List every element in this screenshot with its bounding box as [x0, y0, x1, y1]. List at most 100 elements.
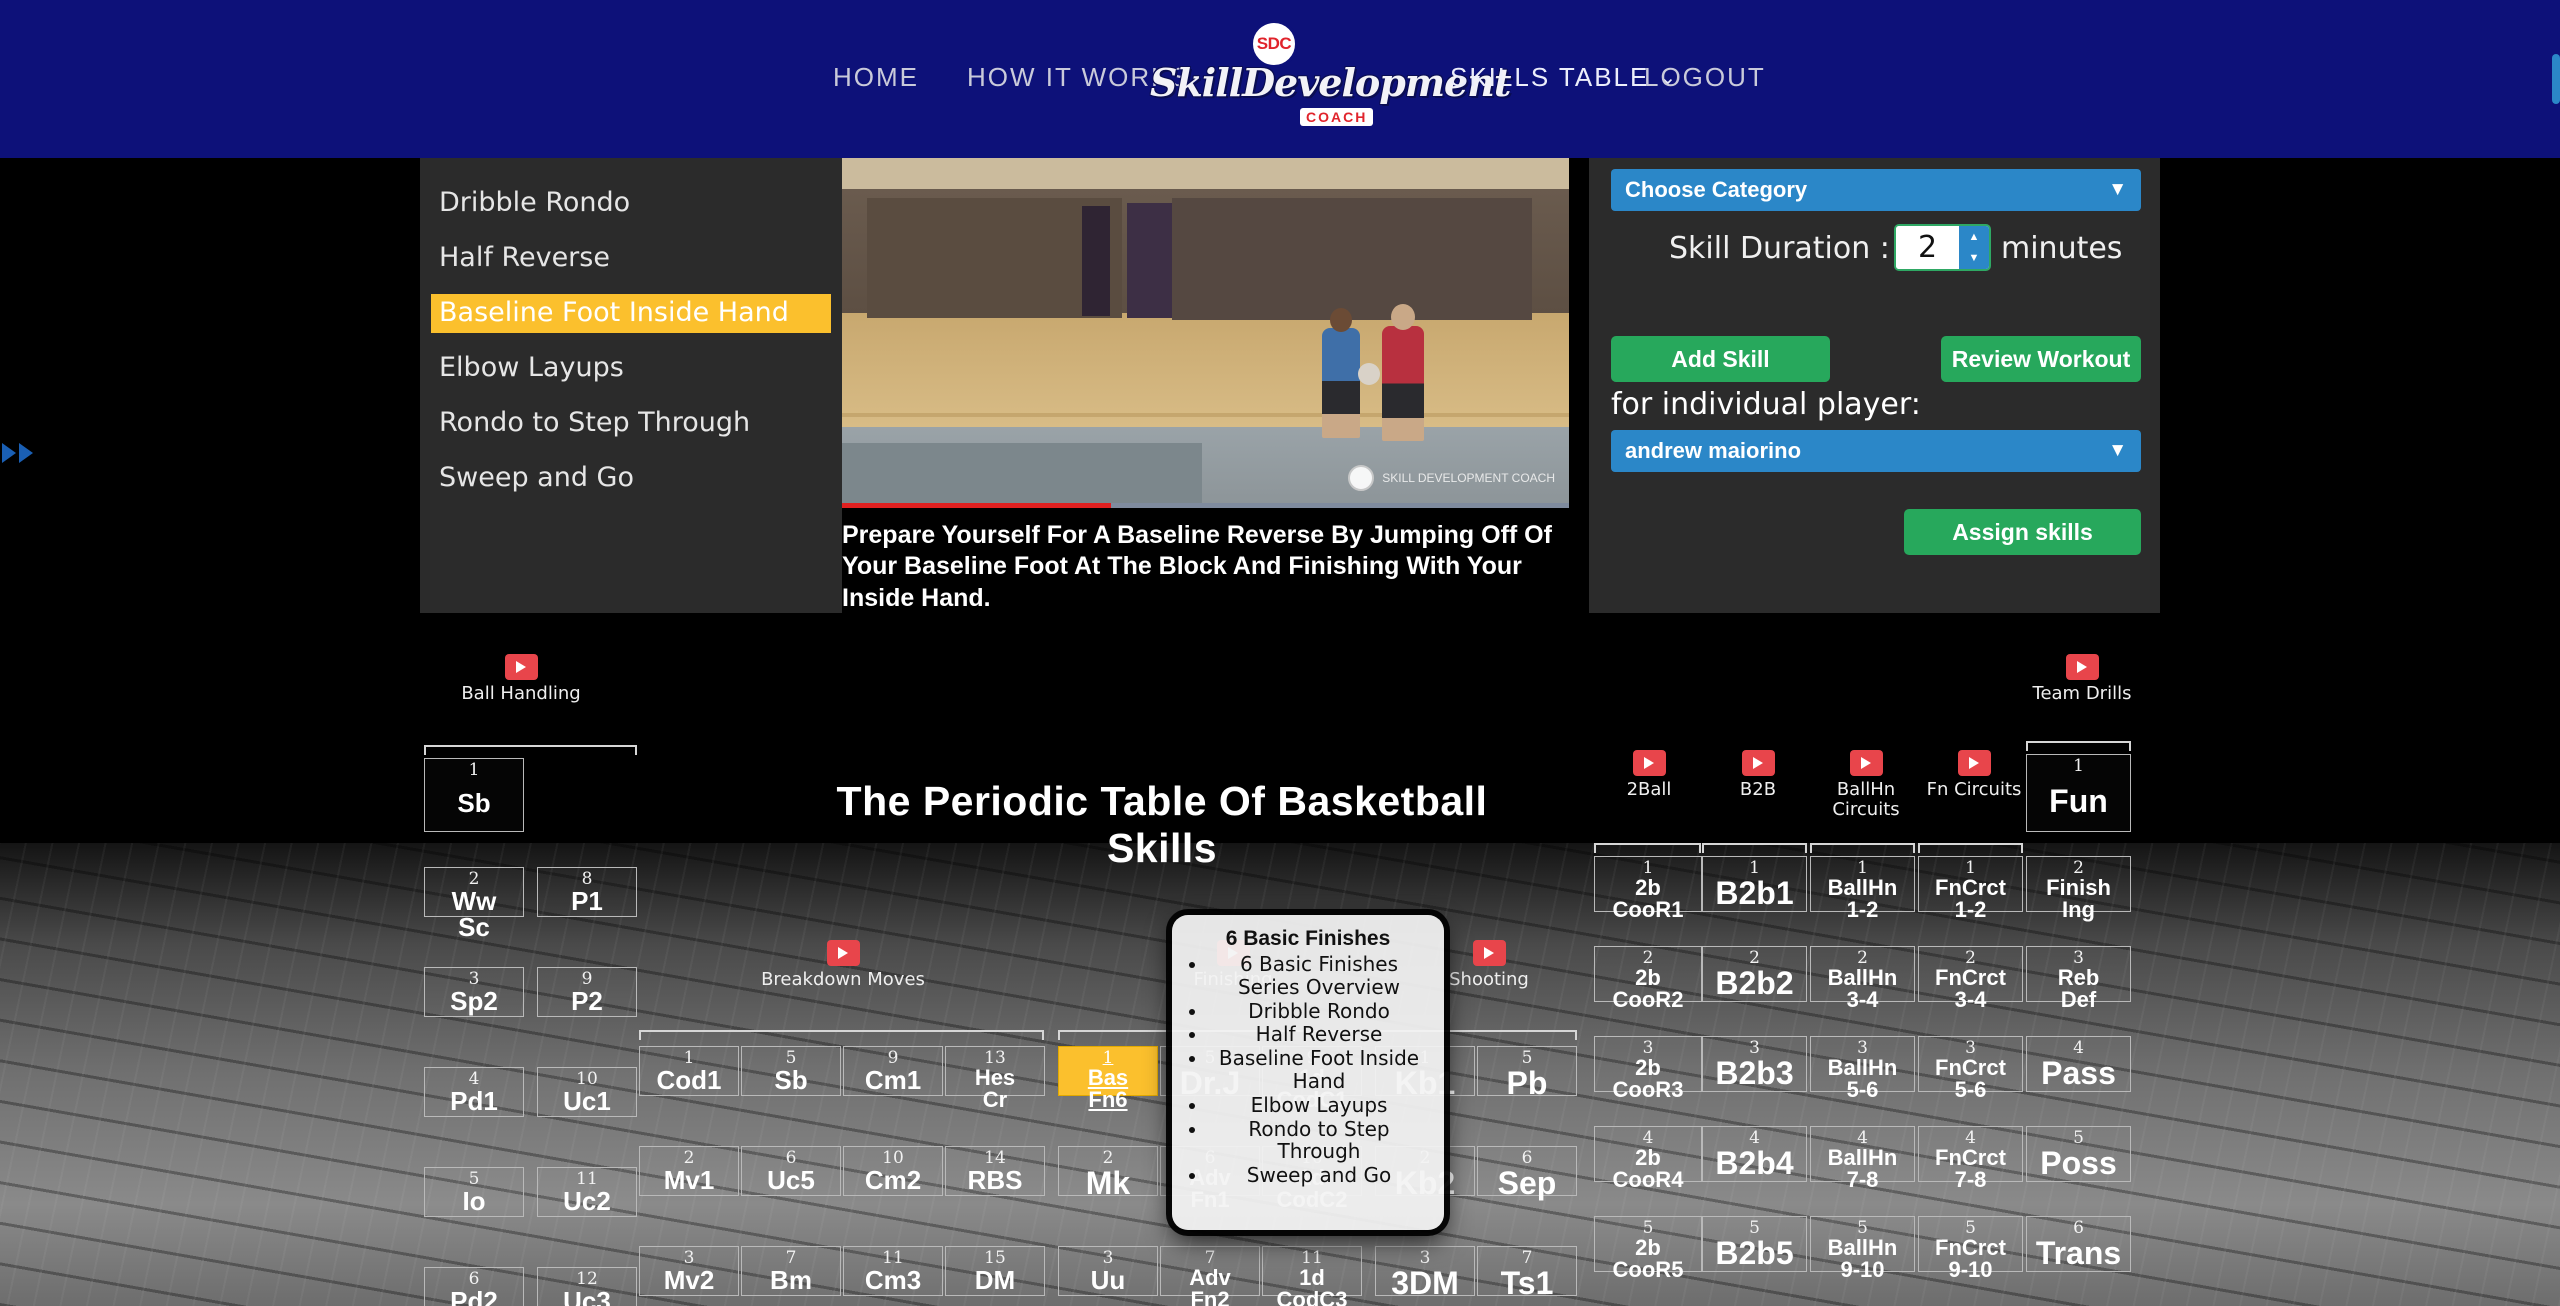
pt-cell-ball-handling-col-2-1[interactable]: 9 P2: [537, 967, 637, 1017]
pt-cell-shooting-col-2-1[interactable]: 6 Sep: [1477, 1146, 1577, 1199]
skill-duration-input[interactable]: [1896, 226, 1959, 269]
site-logo[interactable]: SDC SkillDevelopment COACH: [1148, 20, 1511, 138]
pt-cell-breakdown-col-4-1[interactable]: 14 RBS: [945, 1146, 1045, 1196]
pt-cell-team-drills-col-2[interactable]: 3 Reb Def: [2026, 946, 2131, 1011]
pt-cell-b2b-col-2[interactable]: 3 B2b3: [1702, 1036, 1807, 1092]
pt-cell-shooting-col-1-2[interactable]: 3 3DM: [1375, 1246, 1475, 1299]
pt-cell-breakdown-col-2-1[interactable]: 6 Uc5: [741, 1146, 841, 1196]
tooltip-skill-item-1[interactable]: Dribble Rondo: [1208, 999, 1430, 1023]
pt-cell-fn-circuits-col-1[interactable]: 2 FnCrct 3-4: [1918, 946, 2023, 1011]
play-icon[interactable]: [1849, 750, 1883, 776]
play-icon[interactable]: [1741, 750, 1775, 776]
pt-cell-b2b-col-4[interactable]: 5 B2b5: [1702, 1216, 1807, 1272]
skill-list-item-2[interactable]: Baseline Foot Inside Hand: [431, 294, 831, 333]
pt-cell-ball-handling-col-1-1[interactable]: 2 Ww Sc: [424, 867, 524, 940]
pt-cell-b2b-col-1[interactable]: 2 B2b2: [1702, 946, 1807, 1002]
pt-cell-ballhn-circuits-col-3[interactable]: 4 BallHn 7-8: [1810, 1126, 1915, 1191]
pt-cell-breakdown-col-2-2[interactable]: 7 Bm: [741, 1246, 841, 1296]
pt-cell-fn-circuits-col-3[interactable]: 4 FnCrct 7-8: [1918, 1126, 2023, 1191]
pt-cell-finishing-col-1-2[interactable]: 3 Uu: [1058, 1246, 1158, 1296]
stepper-down-icon[interactable]: ▼: [1959, 248, 1989, 270]
pt-cell-symbol: FnCrct 3-4: [1935, 965, 2006, 1012]
review-workout-button[interactable]: Review Workout: [1941, 336, 2141, 382]
pt-cell-team-drills-col-4[interactable]: 5 Poss: [2026, 1126, 2131, 1182]
tooltip-skill-item-6[interactable]: Sweep and Go: [1208, 1164, 1430, 1187]
pt-cell-b2b-col-0[interactable]: 1 B2b1: [1702, 856, 1807, 912]
pt-cell-ballhn-circuits-col-1[interactable]: 2 BallHn 3-4: [1810, 946, 1915, 1011]
pt-cell-shooting-col-2-0[interactable]: 5 Pb: [1477, 1046, 1577, 1099]
category-header-ball-handling[interactable]: Ball Handling: [431, 654, 611, 704]
pt-cell-breakdown-col-1-2[interactable]: 3 Mv2: [639, 1246, 739, 1296]
pt-cell-breakdown-col-3-1[interactable]: 10 Cm2: [843, 1146, 943, 1196]
category-header-fn-circuits[interactable]: Fn Circuits: [1884, 750, 2064, 800]
pt-cell-team-drills-col-5[interactable]: 6 Trans: [2026, 1216, 2131, 1272]
page-scrollbar-thumb[interactable]: [2552, 54, 2560, 104]
pt-cell-breakdown-col-3-0[interactable]: 9 Cm1: [843, 1046, 943, 1096]
pt-cell-ball-handling-col-2-3[interactable]: 11 Uc2: [537, 1167, 637, 1217]
player-dropdown[interactable]: andrew maiorino ▼: [1611, 430, 2141, 472]
pt-cell-ball-handling-col-1-3[interactable]: 4 Pd1: [424, 1067, 524, 1117]
stepper-up-icon[interactable]: ▲: [1959, 226, 1989, 248]
pt-cell-breakdown-col-3-2[interactable]: 11 Cm3: [843, 1246, 943, 1296]
pt-cell-shooting-col-2-2[interactable]: 7 Ts1: [1477, 1246, 1577, 1299]
pt-cell-ballhn-circuits-col-2[interactable]: 3 BallHn 5-6: [1810, 1036, 1915, 1101]
pt-cell-ball-handling-col-1-2[interactable]: 3 Sp2: [424, 967, 524, 1017]
assign-skills-button[interactable]: Assign skills: [1904, 509, 2141, 555]
skill-duration-stepper[interactable]: ▲ ▼: [1894, 224, 1991, 271]
tooltip-skill-item-2[interactable]: Half Reverse: [1208, 1023, 1430, 1046]
skill-list-item-0[interactable]: Dribble Rondo: [431, 184, 831, 223]
category-dropdown[interactable]: Choose Category ▼: [1611, 169, 2141, 211]
play-icon[interactable]: [1632, 750, 1666, 776]
play-icon[interactable]: [1957, 750, 1991, 776]
pt-cell-fn-circuits-col-4[interactable]: 5 FnCrct 9-10: [1918, 1216, 2023, 1281]
pt-cell-ball-handling-col-2-4[interactable]: 12 Uc3: [537, 1267, 637, 1306]
skill-list-item-4[interactable]: Rondo to Step Through: [431, 404, 831, 443]
play-icon[interactable]: [2065, 654, 2099, 680]
tooltip-skill-item-4[interactable]: Elbow Layups: [1208, 1093, 1430, 1117]
play-icon[interactable]: [504, 654, 538, 680]
pt-cell-finishing-col-1-1[interactable]: 2 Mk: [1058, 1146, 1158, 1199]
pt-cell-breakdown-col-1-0[interactable]: 1 Cod1: [639, 1046, 739, 1096]
pt-cell-fn-circuits-col-0[interactable]: 1 FnCrct 1-2: [1918, 856, 2023, 921]
category-header-breakdown-moves[interactable]: Breakdown Moves: [753, 940, 933, 990]
tooltip-skill-item-3[interactable]: Baseline Foot Inside Hand: [1208, 1047, 1430, 1093]
play-icon[interactable]: [826, 940, 860, 966]
pt-cell-ball-handling-col-1-4[interactable]: 5 Io: [424, 1167, 524, 1217]
pt-cell-breakdown-col-4-2[interactable]: 15 DM: [945, 1246, 1045, 1296]
nav-logout[interactable]: LOGOUT: [1644, 62, 1766, 93]
pt-cell-ballhn-circuits-col-0[interactable]: 1 BallHn 1-2: [1810, 856, 1915, 921]
skill-list-item-5[interactable]: Sweep and Go: [431, 459, 831, 498]
skill-list-item-1[interactable]: Half Reverse: [431, 239, 831, 278]
pt-cell-fn-circuits-col-2[interactable]: 3 FnCrct 5-6: [1918, 1036, 2023, 1101]
pt-cell-twoball-col-4[interactable]: 5 2b CooR5: [1594, 1216, 1702, 1281]
nav-home[interactable]: HOME: [833, 62, 919, 93]
pt-cell-breakdown-col-2-0[interactable]: 5 Sb: [741, 1046, 841, 1096]
pt-cell-ball-handling-col-1-5[interactable]: 6 Pd2: [424, 1267, 524, 1306]
pt-cell-twoball-col-1[interactable]: 2 2b CooR2: [1594, 946, 1702, 1011]
pt-cell-b2b-col-3[interactable]: 4 B2b4: [1702, 1126, 1807, 1182]
tooltip-skill-item-0[interactable]: 6 Basic Finishes Series Overview: [1208, 953, 1430, 999]
pt-cell-twoball-col-3[interactable]: 4 2b CooR4: [1594, 1126, 1702, 1191]
pt-cell-team-drills-col-3[interactable]: 4 Pass: [2026, 1036, 2131, 1092]
skill-list-item-3[interactable]: Elbow Layups: [431, 349, 831, 388]
pt-cell-ballhn-circuits-col-4[interactable]: 5 BallHn 9-10: [1810, 1216, 1915, 1281]
pt-cell-finishing-col-2-2[interactable]: 7 Adv Fn2: [1160, 1246, 1260, 1306]
play-icon[interactable]: [1472, 940, 1506, 966]
pt-cell-breakdown-col-1-1[interactable]: 2 Mv1: [639, 1146, 739, 1196]
pt-cell-ball-handling-col-2-2[interactable]: 10 Uc1: [537, 1067, 637, 1117]
pt-cell-symbol: B2b3: [1715, 1055, 1794, 1091]
add-skill-button[interactable]: Add Skill: [1611, 336, 1830, 382]
pt-cell-ball-handling-col-2-0[interactable]: 8 P1: [537, 867, 637, 917]
pt-cell-twoball-col-2[interactable]: 3 2b CooR3: [1594, 1036, 1702, 1101]
pt-cell-finishing-col-1-0[interactable]: 1 Bas Fn6: [1058, 1046, 1158, 1111]
pt-cell-twoball-col-0[interactable]: 1 2b CooR1: [1594, 856, 1702, 921]
pt-cell-finishing-col-3-2[interactable]: 11 1d CodC3: [1262, 1246, 1362, 1306]
pt-cell-breakdown-col-4-0[interactable]: 13 Hes Cr: [945, 1046, 1045, 1111]
skill-video-player[interactable]: SKILL DEVELOPMENT COACH Prepare Yourself…: [842, 158, 1569, 613]
pt-cell-ball-handling-col-1-0[interactable]: 1 Sb: [424, 758, 524, 832]
stepper-buttons[interactable]: ▲ ▼: [1959, 226, 1989, 269]
category-header-team-drills[interactable]: Team Drills: [1992, 654, 2172, 704]
pt-cell-team-drills-col-1[interactable]: 2 Finish Ing: [2026, 856, 2131, 921]
tooltip-skill-item-5[interactable]: Rondo to Step Through: [1208, 1117, 1430, 1164]
expand-sidebar-arrows-icon[interactable]: [2, 443, 33, 463]
